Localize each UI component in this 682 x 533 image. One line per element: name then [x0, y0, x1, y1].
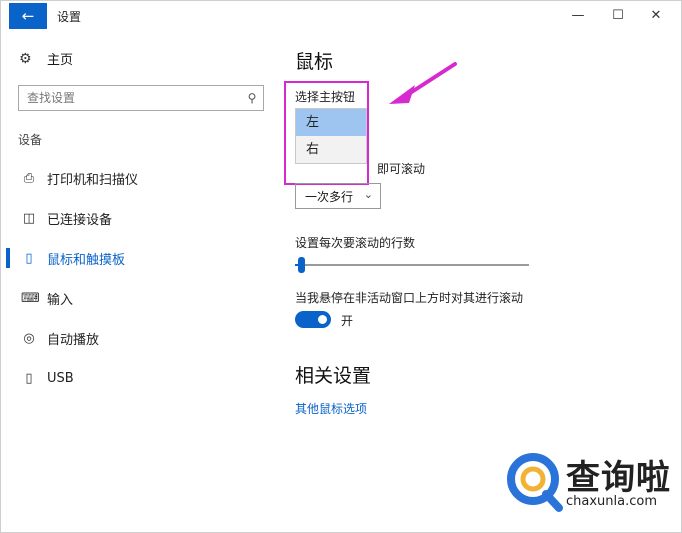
minimize-button[interactable]: — — [563, 6, 593, 24]
printer-icon: ⎙ — [23, 170, 35, 186]
sidebar-item-label: 打印机和扫描仪 — [47, 172, 139, 188]
title-bar: ← 设置 — ☐ ✕ — [1, 1, 681, 31]
mouse-icon: ▯ — [25, 250, 33, 266]
scroll-mode-value: 一次多行 — [305, 189, 354, 204]
hover-scroll-state: 开 — [341, 314, 354, 328]
maximize-button[interactable]: ☐ — [603, 6, 633, 24]
page-title: 鼠标 — [295, 51, 334, 73]
sidebar-item-connected-devices[interactable]: ◫ 已连接设备 — [1, 201, 277, 235]
back-arrow-icon: ← — [21, 7, 35, 25]
sidebar-item-autoplay[interactable]: ◎ 自动播放 — [1, 321, 277, 355]
sidebar-item-printers[interactable]: ⎙ 打印机和扫描仪 — [1, 161, 277, 195]
gear-icon: ⚙ — [19, 50, 32, 67]
watermark-domain: chaxunla.com — [566, 494, 657, 509]
back-button[interactable]: ← — [9, 3, 47, 29]
scroll-mode-label: 即可滚动 — [377, 162, 426, 176]
scroll-lines-label: 设置每次要滚动的行数 — [295, 236, 416, 250]
scroll-lines-slider[interactable] — [295, 257, 529, 273]
other-mouse-options-link[interactable]: 其他鼠标选项 — [295, 400, 367, 417]
hover-scroll-toggle[interactable] — [295, 311, 331, 328]
toggle-knob — [318, 315, 327, 324]
sidebar-item-mouse[interactable]: ▯ 鼠标和触摸板 — [1, 241, 277, 275]
sidebar: ⚙ 主页 ⚲ 设备 ⎙ 打印机和扫描仪 ◫ 已连接设备 ▯ 鼠标和触摸板 ⌨ 输… — [1, 31, 277, 532]
sidebar-item-input[interactable]: ⌨ 输入 — [1, 281, 277, 315]
keyboard-icon: ⌨ — [21, 290, 40, 306]
settings-window: ← 设置 — ☐ ✕ ⚙ 主页 ⚲ 设备 ⎙ 打印机和扫描仪 ◫ 已连接设备 ▯… — [0, 0, 682, 533]
sidebar-item-label: USB — [47, 370, 74, 386]
scroll-mode-select[interactable]: 一次多行 ⌄ — [295, 183, 381, 209]
sidebar-item-label: 已连接设备 — [47, 212, 113, 228]
sidebar-home-label: 主页 — [47, 53, 74, 68]
window-title: 设置 — [57, 10, 82, 24]
sidebar-item-usb[interactable]: ▯ USB — [1, 361, 277, 395]
sidebar-section-label: 设备 — [18, 133, 43, 147]
related-settings-title: 相关设置 — [295, 365, 372, 387]
annotation-highlight-box — [284, 81, 369, 185]
sidebar-item-label: 自动播放 — [47, 332, 100, 348]
search-box[interactable]: ⚲ — [18, 85, 264, 111]
hover-scroll-label: 当我悬停在非活动窗口上方时对其进行滚动 — [295, 291, 524, 305]
usb-icon: ▯ — [25, 370, 33, 386]
search-input[interactable] — [27, 91, 241, 105]
sidebar-item-label: 输入 — [47, 292, 74, 308]
search-icon[interactable]: ⚲ — [241, 91, 263, 105]
watermark-logo-icon — [507, 453, 563, 512]
watermark-name: 查询啦 — [566, 458, 671, 498]
sidebar-home[interactable]: ⚙ 主页 — [19, 49, 74, 69]
watermark: 查询啦 chaxunla.com — [506, 446, 678, 518]
annotation-arrow-icon — [389, 62, 457, 104]
active-indicator — [6, 248, 10, 268]
slider-thumb[interactable] — [298, 257, 305, 273]
connected-devices-icon: ◫ — [22, 210, 36, 226]
slider-track — [295, 264, 529, 266]
autoplay-icon: ◎ — [23, 330, 35, 346]
sidebar-item-label: 鼠标和触摸板 — [47, 252, 126, 268]
close-button[interactable]: ✕ — [641, 6, 671, 24]
chevron-down-icon: ⌄ — [363, 188, 373, 201]
